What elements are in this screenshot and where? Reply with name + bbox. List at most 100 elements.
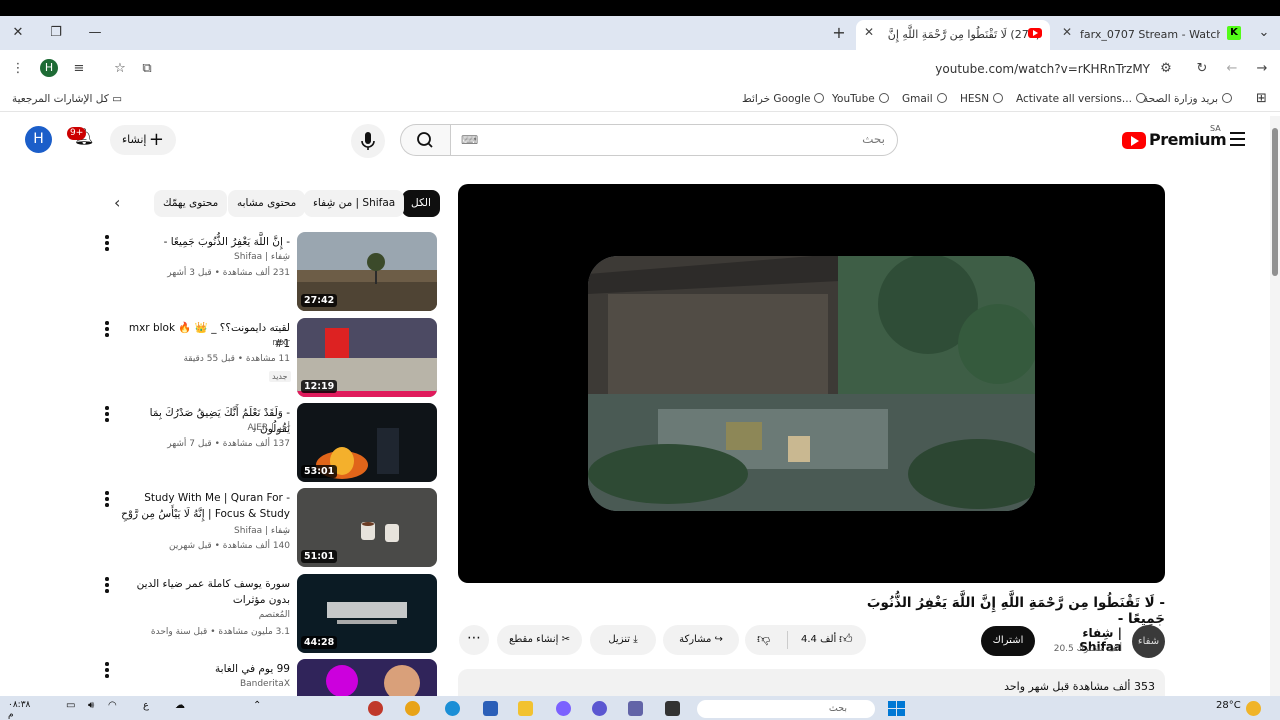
input-language[interactable]: ع [143,700,149,711]
video-thumbnail[interactable]: 51:01 [297,488,437,567]
discord-icon[interactable] [592,701,607,716]
chip-all[interactable]: الكل [402,190,440,217]
recommended-video[interactable]: 27:42 - إِنَّ اللَّهَ يَغْفِرُ الذُّنُوب… [100,232,440,312]
video-thumbnail[interactable]: 53:01 [297,403,437,482]
chip-from-channel[interactable]: من شِفاء | Shifaa [304,190,405,217]
video-thumbnail[interactable] [297,659,437,696]
scrollbar-thumb[interactable] [1272,128,1278,276]
channel-avatar[interactable]: شفاء [1132,625,1165,658]
search-input[interactable]: ⌨ بحث [450,124,898,156]
clip-button[interactable]: إنشاء مقطع ✂ [497,625,582,655]
minimize-window-icon[interactable]: — [85,24,105,42]
store-icon[interactable] [483,701,498,716]
reading-list-icon[interactable]: ≡ [70,61,88,76]
bookmark-item[interactable]: خرائط Google [742,93,825,105]
like-count[interactable]: 4.4 ألف [801,625,836,655]
close-window-icon[interactable]: ✕ [8,24,28,42]
bookmarks-folder[interactable]: كل الإشارات المرجعية ▭ [12,93,122,105]
recommended-video[interactable]: 51:01 - Study With Me | Quran For Focus … [100,488,440,568]
apps-grid-icon[interactable]: ⊞ [1256,91,1267,106]
account-avatar[interactable]: H [25,126,52,153]
copilot-icon[interactable] [556,701,571,716]
chrome-icon[interactable] [405,701,420,716]
chip-for-you[interactable]: محتوى يهمّك [154,190,228,217]
recommended-video[interactable]: 44:28 سورة يوسف كاملة عمر ضياء الدين بدو… [100,574,440,654]
search-button[interactable] [400,124,450,156]
recommended-video[interactable]: 53:01 - وَلَقَدْ نَعْلَمُ أَنَّكَ يَضِيق… [100,403,440,483]
channel-name[interactable]: شِفاء | Shifaa [110,526,290,536]
bookmark-star-icon[interactable]: ☆ [111,61,129,76]
show-hidden-icons-icon[interactable]: ⌃ [253,700,261,711]
more-options-icon[interactable] [105,406,109,424]
more-options-icon[interactable] [105,577,109,595]
video-title[interactable]: - إِنَّ اللَّهَ يَغْفِرُ الذُّنُوبَ جَمِ… [120,234,290,250]
create-button[interactable]: إنشاء + [110,125,176,155]
more-options-icon[interactable] [105,321,109,339]
like-icon[interactable]: 👍︎ [839,625,853,655]
channel-name[interactable]: BanderitaX [110,679,290,689]
tab-title: farx_0707 Stream - Watch Live o [1080,28,1220,41]
more-actions-icon[interactable]: ⋯ [459,625,489,655]
windows-start-icon[interactable] [888,701,906,716]
video-thumbnail[interactable]: 12:19 [297,318,437,397]
file-explorer-icon[interactable] [518,701,533,716]
keyboard-icon[interactable]: ⌨ [461,133,478,147]
page-scrollbar[interactable] [1270,116,1280,696]
taskbar-search[interactable]: بحث [697,700,875,718]
subscribe-button[interactable]: اشتراك [981,626,1035,656]
recommended-video[interactable]: 99 يوم في الغابة BanderitaX [100,659,440,696]
chevron-left-icon[interactable]: ‹ [114,193,120,212]
bookmark-item[interactable]: Gmail [902,93,947,105]
back-icon[interactable]: → [1253,61,1271,76]
app-icon[interactable] [368,701,383,716]
more-options-icon[interactable] [105,235,109,253]
more-options-icon[interactable] [105,491,109,509]
video-player[interactable] [458,184,1165,583]
chip-related[interactable]: محتوى مشابه [228,190,306,217]
bookmark-item[interactable]: HESN [960,93,1004,105]
channel-name[interactable]: mxr [110,338,290,348]
voice-search-button[interactable] [351,124,385,158]
forward-icon[interactable]: ← [1223,61,1241,76]
more-options-icon[interactable] [105,662,109,680]
teams-icon[interactable] [628,701,643,716]
new-tab-icon[interactable]: + [829,24,849,42]
channel-name[interactable]: أجر | AJER [110,423,290,433]
bookmark-item[interactable]: Activate all versions... [1016,93,1146,105]
channel-name[interactable]: شِفاء | Shifaa [110,252,290,262]
terminal-icon[interactable] [665,701,680,716]
recommended-video[interactable]: 12:19 لقيته دايمونت؟؟ _ 👑 🔥 mxr blok #1 … [100,318,440,398]
temperature[interactable]: 28°C [1216,700,1241,711]
channel-name[interactable]: المُعتصم [110,610,290,620]
dislike-icon[interactable]: 👎︎ [757,625,770,655]
wifi-icon[interactable]: ◠ [108,700,117,711]
edge-icon[interactable] [445,701,460,716]
tab-youtube[interactable]: (273) لَا تَقْنَطُوا مِن رَّحْمَةِ اللَّ… [856,20,1050,50]
install-app-icon[interactable]: ⧉ [138,61,156,76]
globe-icon [993,93,1004,103]
onedrive-icon[interactable]: ☁ [175,700,185,711]
bookmark-item[interactable]: بريد وزارة الصحة [1143,93,1233,105]
menu-icon[interactable] [1230,132,1245,150]
volume-icon[interactable]: 🔊︎ [88,700,94,711]
close-tab-icon[interactable]: ✕ [862,25,876,39]
browser-menu-icon[interactable]: ⋮ [9,61,27,76]
close-tab-icon[interactable]: ✕ [1060,25,1074,39]
tab-search-chevron-icon[interactable]: ⌄ [1254,24,1274,42]
reload-icon[interactable]: ↻ [1193,61,1211,76]
battery-icon[interactable]: ▭ [66,700,75,711]
tab-kick[interactable]: farx_0707 Stream - Watch Live o [1070,20,1220,50]
bookmark-item[interactable]: YouTube [832,93,889,105]
video-title[interactable]: 99 يوم في الغابة [120,661,290,677]
video-thumbnail[interactable]: 27:42 [297,232,437,311]
profile-avatar[interactable]: H [40,59,58,77]
site-settings-icon[interactable]: ⚙ [1157,61,1175,76]
url-field[interactable]: youtube.com/watch?v=rKHRnTrzMY [900,62,1150,76]
clock[interactable]: ٠٨:٣٨ م [8,700,30,720]
restore-window-icon[interactable]: ❐ [46,24,66,42]
weather-sun-icon[interactable] [1246,701,1261,716]
video-title[interactable]: سورة يوسف كاملة عمر ضياء الدين بدون مؤثر… [120,576,290,608]
share-button[interactable]: مشاركة ↪ [663,625,739,655]
download-button[interactable]: تنزيل ⤓ [590,625,656,655]
video-thumbnail[interactable]: 44:28 [297,574,437,653]
